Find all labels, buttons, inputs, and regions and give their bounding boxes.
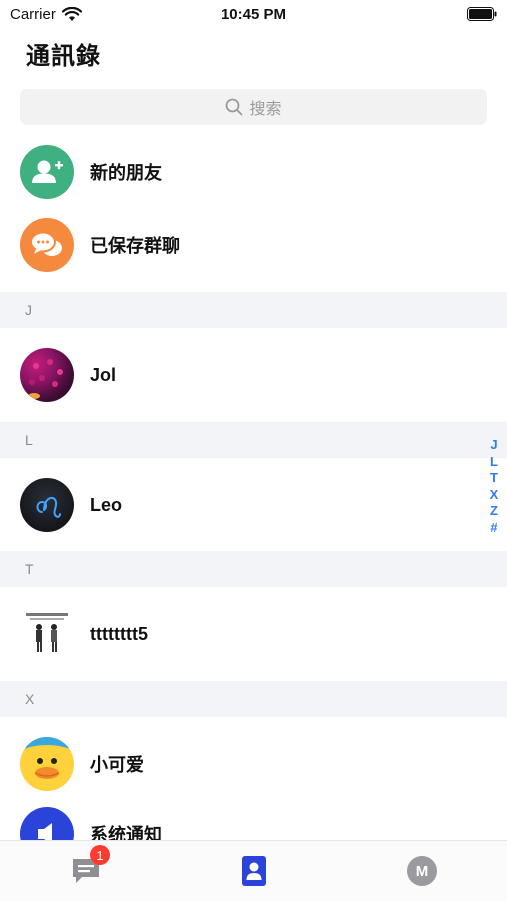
tab-contacts[interactable] (234, 851, 274, 891)
index-letter[interactable]: # (490, 520, 497, 537)
contact-row-leo[interactable]: Leo (0, 468, 507, 542)
section-header-x: X (0, 681, 507, 717)
tab-bar: 1 M (0, 840, 507, 901)
page-title: 通訊錄 (26, 43, 101, 70)
add-user-icon (20, 145, 74, 199)
contact-row-jol[interactable]: Jol (0, 338, 507, 412)
index-letter[interactable]: X (490, 487, 499, 504)
section-header-t: T (0, 551, 507, 587)
contact-row-tttttttt5[interactable]: tttttttt5 (0, 597, 507, 671)
avatar (20, 478, 74, 532)
profile-initial: M (415, 862, 429, 880)
contact-name: Leo (90, 494, 123, 515)
contact-name: Jol (90, 364, 117, 385)
battery-icon (467, 7, 497, 21)
duck-avatar (20, 737, 74, 791)
index-letter[interactable]: Z (490, 503, 498, 520)
profile-avatar: M (407, 856, 437, 886)
section-letter: L (25, 432, 33, 448)
new-friends-item[interactable]: 新的朋友 (0, 135, 507, 209)
saved-groups-item[interactable]: 已保存群聊 (0, 208, 507, 282)
index-letter[interactable]: L (490, 454, 498, 471)
section-header-j: J (0, 292, 507, 328)
search-icon (226, 98, 243, 116)
search-placeholder: 搜索 (249, 101, 282, 118)
tab-me[interactable]: M (402, 851, 442, 891)
saved-groups-label: 已保存群聊 (90, 236, 180, 256)
alphabet-index[interactable]: J L T X Z # (487, 437, 501, 537)
contact-name: 小可爱 (90, 755, 144, 775)
search-bar[interactable]: 搜索 (20, 89, 487, 125)
contact-name: tttttttt5 (90, 623, 148, 644)
contacts-icon (242, 856, 266, 886)
unread-badge: 1 (90, 845, 110, 865)
avatar (20, 348, 74, 402)
section-letter: X (25, 691, 35, 707)
tab-messages[interactable]: 1 (66, 845, 110, 891)
index-letter[interactable]: T (490, 470, 498, 487)
contact-row-xiaokeai[interactable]: 小可爱 (0, 727, 507, 801)
index-letter[interactable]: J (490, 437, 497, 454)
new-friends-label: 新的朋友 (90, 163, 162, 183)
section-letter: J (25, 302, 32, 318)
avatar (20, 607, 74, 661)
status-time: 10:45 PM (220, 6, 287, 23)
status-bar: Carrier 10:45 PM (0, 0, 507, 28)
section-letter: T (25, 561, 34, 577)
chat-bubbles-icon (20, 218, 74, 272)
section-header-l: L (0, 422, 507, 458)
